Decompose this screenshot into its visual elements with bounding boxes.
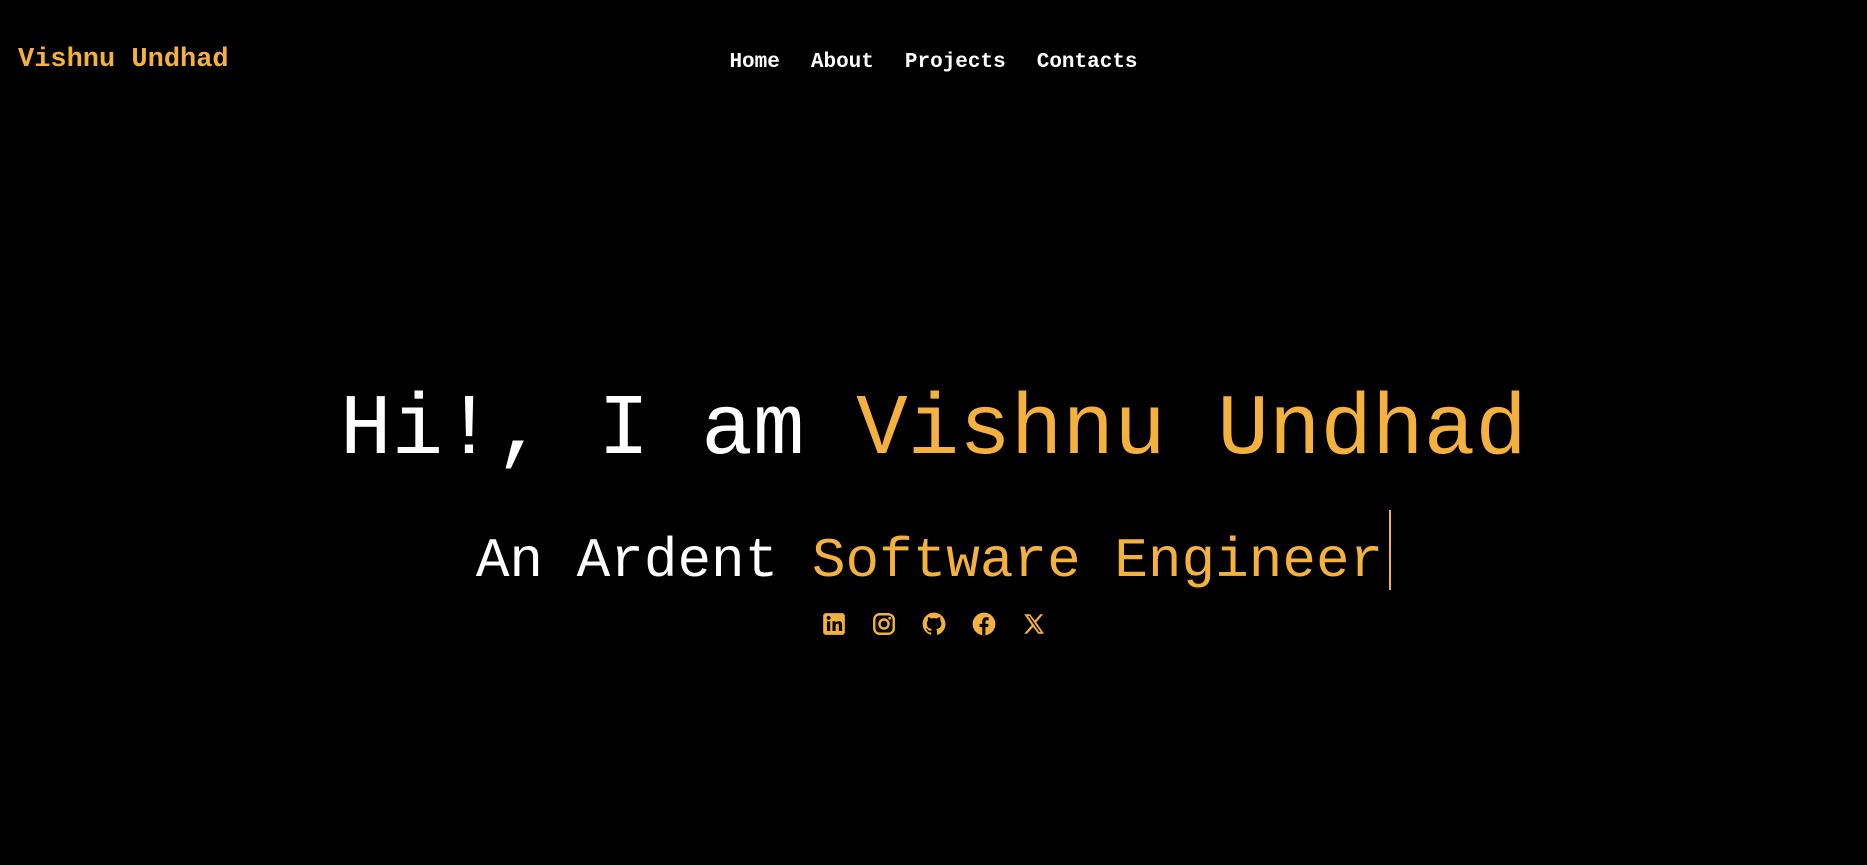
hero-name: Vishnu Undhad (856, 381, 1527, 479)
facebook-icon[interactable] (971, 611, 997, 637)
typing-cursor (1389, 510, 1392, 590)
hero-heading: Hi!, I am Vishnu Undhad (0, 380, 1867, 480)
tagline-role: Software Engineer (811, 529, 1384, 593)
hero-tagline: An Ardent Software Engineer (0, 510, 1867, 599)
x-icon[interactable] (1021, 611, 1047, 637)
nav-home-link[interactable]: Home (729, 46, 779, 80)
hero-greeting: Hi!, I am (339, 381, 857, 479)
nav-contacts-link[interactable]: Contacts (1037, 46, 1138, 80)
nav-about-link[interactable]: About (811, 46, 874, 80)
social-links (0, 611, 1867, 637)
tagline-prefix: An Ardent (475, 529, 812, 593)
main-nav: Home About Projects Contacts (0, 46, 1867, 80)
linkedin-icon[interactable] (821, 611, 847, 637)
instagram-icon[interactable] (871, 611, 897, 637)
nav-projects-link[interactable]: Projects (905, 46, 1006, 80)
github-icon[interactable] (921, 611, 947, 637)
